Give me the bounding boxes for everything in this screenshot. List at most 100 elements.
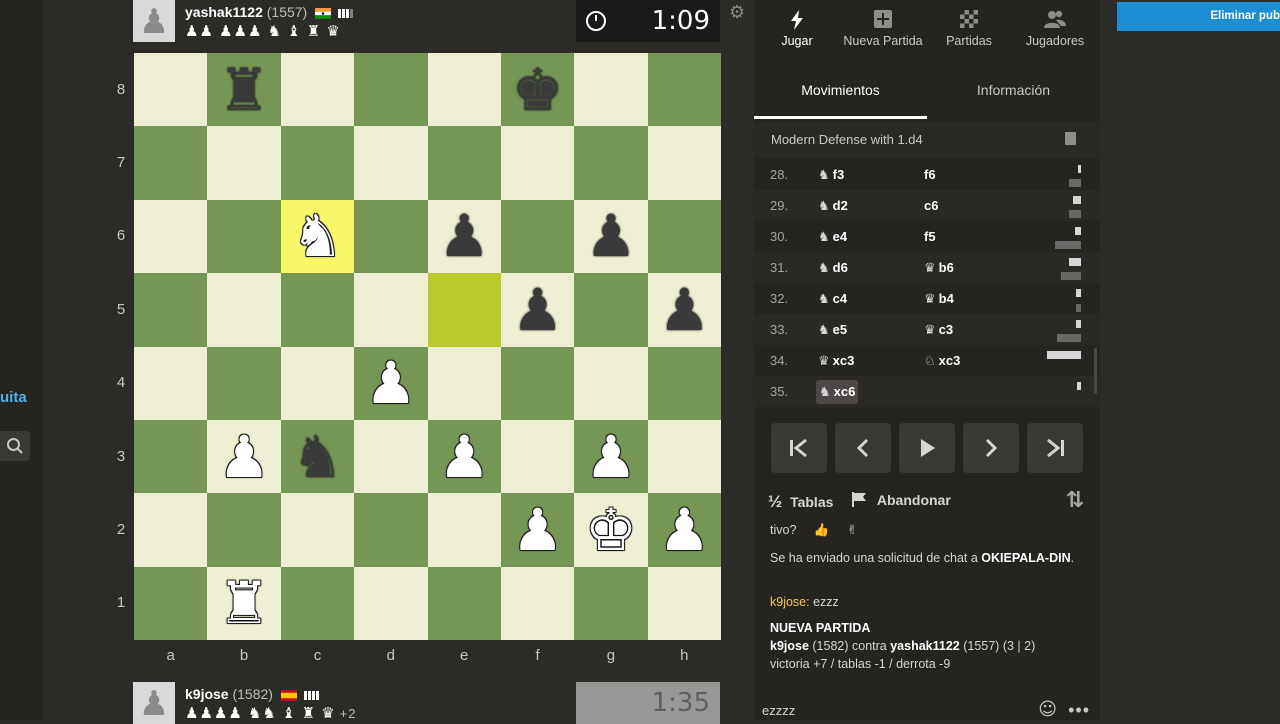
black-king-f8[interactable]: ♚	[501, 53, 574, 126]
trash-icon[interactable]	[1065, 132, 1076, 145]
square-b5[interactable]	[207, 273, 281, 347]
white-pawn-d4[interactable]: ♟	[354, 347, 427, 420]
square-g8[interactable]	[574, 53, 648, 127]
tab-jugar[interactable]: Jugar	[754, 0, 840, 62]
white-move[interactable]: ♞ d6	[818, 252, 848, 284]
square-a5[interactable]	[134, 273, 208, 347]
square-e4[interactable]	[427, 346, 501, 420]
white-knight-c6[interactable]: ♞	[281, 200, 354, 273]
square-d5[interactable]	[354, 273, 428, 347]
square-e2[interactable]	[427, 493, 501, 567]
black-pawn-h5[interactable]: ♟	[648, 273, 721, 346]
square-f4[interactable]	[500, 346, 575, 420]
bottom-player-avatar[interactable]: ♟	[133, 682, 175, 724]
black-move[interactable]: f6	[924, 159, 936, 190]
square-f6[interactable]	[500, 199, 575, 274]
square-b6[interactable]	[207, 199, 281, 274]
draw-button[interactable]: ½ Tablas	[768, 492, 833, 512]
square-b4[interactable]	[207, 346, 281, 420]
remove-ads-button[interactable]: Eliminar pub	[1117, 2, 1280, 31]
square-f7[interactable]	[500, 126, 575, 200]
emoji-icon[interactable]: ☺	[1038, 699, 1057, 720]
square-a4[interactable]	[134, 346, 208, 420]
square-e7[interactable]	[427, 126, 501, 200]
white-move[interactable]: ♞ c4	[818, 283, 847, 315]
square-h7[interactable]	[647, 126, 721, 200]
black-move[interactable]: c6	[924, 190, 938, 221]
opening-name[interactable]: Modern Defense with 1.d4	[771, 132, 923, 147]
tab-movimientos[interactable]: Movimientos	[754, 70, 927, 119]
black-rook-b8[interactable]: ♜	[207, 53, 280, 126]
last-move-button[interactable]	[1027, 423, 1083, 473]
gear-icon[interactable]: ⚙	[729, 2, 745, 23]
square-h6[interactable]	[647, 199, 721, 274]
chat-input[interactable]: ezzzz ☺ •••	[754, 696, 1100, 720]
white-king-g2[interactable]: ♚	[574, 493, 647, 566]
square-d6[interactable]	[354, 199, 428, 274]
play-button[interactable]	[899, 423, 955, 473]
next-move-button[interactable]	[963, 423, 1019, 473]
square-c1[interactable]	[280, 566, 355, 640]
black-move[interactable]: ♛ b6	[924, 252, 954, 284]
white-move[interactable]: ♞ e5	[818, 314, 847, 346]
square-e5[interactable]	[427, 273, 501, 347]
square-e8[interactable]	[427, 53, 501, 127]
white-pawn-e3[interactable]: ♟	[428, 420, 501, 493]
square-a1[interactable]	[134, 566, 208, 640]
white-rook-b1[interactable]: ♜	[207, 567, 280, 640]
square-a2[interactable]	[134, 493, 208, 567]
white-move[interactable]: ♛ xc3	[818, 345, 854, 377]
black-move[interactable]: f5	[924, 221, 936, 252]
square-d3[interactable]	[354, 419, 428, 494]
square-b2[interactable]	[207, 493, 281, 567]
square-b7[interactable]	[207, 126, 281, 200]
white-pawn-f2[interactable]: ♟	[501, 493, 574, 566]
square-a6[interactable]	[134, 199, 208, 274]
previous-move-button[interactable]	[835, 423, 891, 473]
tab-partidas[interactable]: Partidas	[926, 0, 1012, 62]
black-knight-c3[interactable]: ♞	[281, 420, 354, 493]
square-a3[interactable]	[134, 419, 208, 494]
tab-informacion[interactable]: Información	[927, 70, 1100, 116]
square-g7[interactable]	[574, 126, 648, 200]
white-pawn-b3[interactable]: ♟	[207, 420, 280, 493]
white-move[interactable]: ♞ xc6	[816, 380, 859, 404]
top-player-name[interactable]: yashak1122	[185, 4, 263, 20]
handshake-icon[interactable]: ✌	[847, 522, 857, 537]
move-list-scrollbar[interactable]	[1094, 348, 1097, 394]
more-options-icon[interactable]: •••	[1068, 700, 1090, 721]
top-player-avatar[interactable]: ♟	[133, 0, 175, 42]
square-f3[interactable]	[500, 419, 575, 494]
square-e1[interactable]	[427, 566, 501, 640]
square-a7[interactable]	[134, 126, 208, 200]
chat-username[interactable]: k9jose:	[770, 595, 810, 609]
thumbs-up-icon[interactable]: 👍	[814, 522, 830, 537]
square-h3[interactable]	[647, 419, 721, 494]
square-d2[interactable]	[354, 493, 428, 567]
tab-nueva-partida[interactable]: Nueva Partida	[840, 0, 926, 62]
white-move[interactable]: ♞ f3	[818, 159, 844, 191]
white-move[interactable]: ♞ e4	[818, 221, 847, 253]
black-move[interactable]: ♛ c3	[924, 314, 953, 346]
black-pawn-e6[interactable]: ♟	[428, 200, 501, 273]
square-a8[interactable]	[134, 53, 208, 127]
square-d1[interactable]	[354, 566, 428, 640]
square-c8[interactable]	[280, 53, 355, 127]
chat-input-value[interactable]: ezzzz	[762, 703, 795, 718]
square-h8[interactable]	[647, 53, 721, 127]
square-d7[interactable]	[354, 126, 428, 200]
black-move[interactable]: ♛ b4	[924, 283, 954, 315]
square-f1[interactable]	[500, 566, 575, 640]
square-c7[interactable]	[280, 126, 355, 200]
square-g1[interactable]	[574, 566, 648, 640]
square-h1[interactable]	[647, 566, 721, 640]
flip-board-icon[interactable]: ⇅	[1066, 488, 1084, 513]
square-c4[interactable]	[280, 346, 355, 420]
first-move-button[interactable]	[771, 423, 827, 473]
white-pawn-h2[interactable]: ♟	[648, 493, 721, 566]
search-button[interactable]	[0, 431, 30, 461]
black-move[interactable]: ♘ xc3	[924, 345, 960, 377]
bottom-player-name[interactable]: k9jose	[185, 686, 229, 702]
tab-jugadores[interactable]: Jugadores	[1012, 0, 1098, 62]
white-pawn-g3[interactable]: ♟	[574, 420, 647, 493]
